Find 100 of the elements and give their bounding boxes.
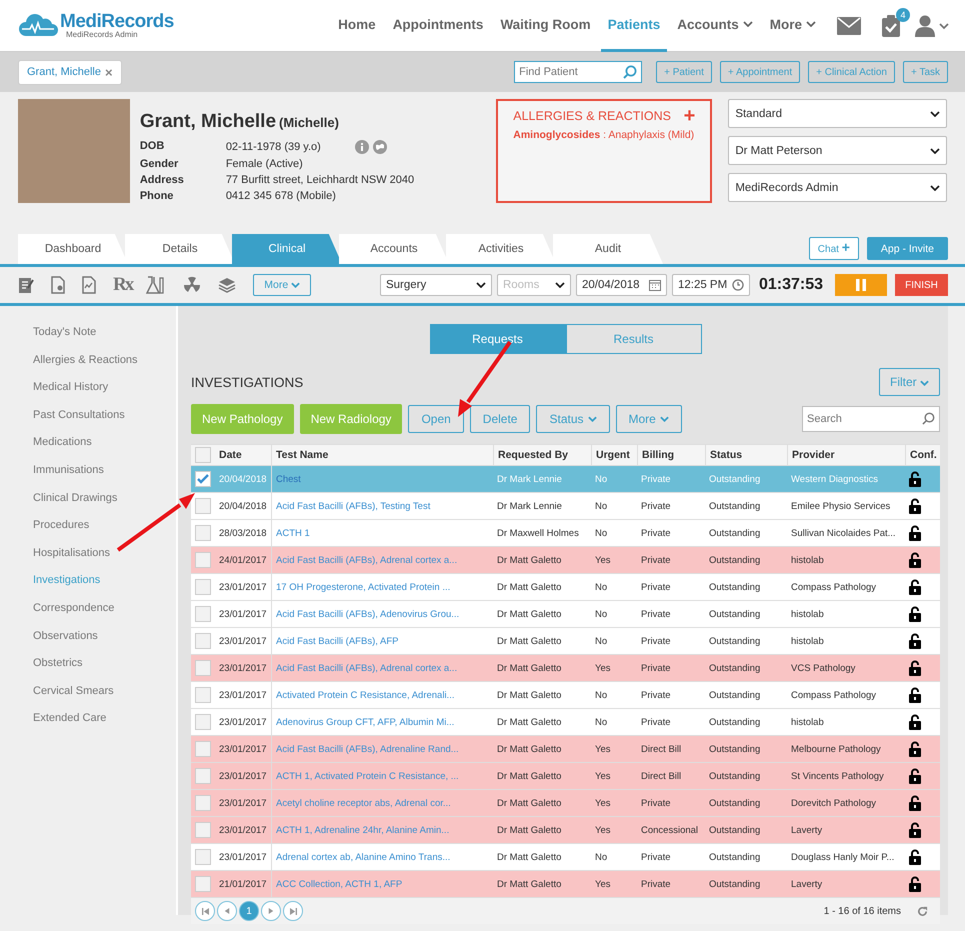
chevron-down-icon[interactable]	[930, 148, 940, 154]
section-tab[interactable]: Activities	[446, 234, 556, 264]
dropdown-select[interactable]: Standard	[728, 99, 947, 128]
table-row[interactable]: 23/01/2017 Acid Fast Bacilli (AFBs), Adrenal cortex a... Dr Matt Galetto Yes Private Outstanding VCS Pathology	[191, 655, 940, 682]
table-row[interactable]: 23/01/2017 Adenovirus Group CFT, AFP, Albumin Mi... Dr Matt Galetto No Private Outstanding histolab	[191, 709, 940, 736]
globe-icon[interactable]	[372, 140, 387, 154]
test-name-link[interactable]: 17 OH Progesterone, Activated Protein ...	[276, 582, 450, 592]
sidebar-item[interactable]: Immunisations	[18, 458, 176, 486]
finish-button[interactable]: FINISH	[895, 274, 948, 296]
chevron-down-icon[interactable]	[930, 184, 940, 190]
calendar-icon[interactable]	[648, 279, 661, 291]
test-name-link[interactable]: ACTH 1, Adrenaline 24hr, Alanine Amin...	[276, 824, 450, 836]
table-row[interactable]: 20/04/2018 Acid Fast Bacilli (AFBs), Testing Test Dr Mark Lennie No Private Outstanding Emilee Physio Services	[191, 493, 940, 520]
lock-icon[interactable]	[909, 849, 921, 865]
test-name-link[interactable]: Adenovirus Group CFT, AFP, Albumin Mi...	[276, 716, 454, 728]
add-allergy-button[interactable]: +	[684, 109, 696, 123]
sidebar-item[interactable]: Observations	[18, 624, 176, 652]
last-page-button[interactable]	[283, 901, 303, 921]
sidebar-item[interactable]: Medications	[18, 430, 176, 458]
action-button[interactable]: New Pathology	[191, 404, 294, 434]
section-tab[interactable]: Dashboard	[18, 234, 128, 264]
lock-icon[interactable]	[909, 741, 921, 757]
row-checkbox[interactable]	[195, 714, 211, 730]
action-button[interactable]: More	[616, 405, 682, 433]
mail-icon[interactable]	[837, 16, 861, 34]
sidebar-item[interactable]: Obstetrics	[18, 651, 176, 679]
sidebar-item[interactable]: Extended Care	[18, 706, 176, 734]
column-header[interactable]: Date	[215, 445, 271, 465]
sidebar-item[interactable]: Allergies & Reactions	[18, 348, 176, 376]
sidebar-item[interactable]: Investigations	[18, 568, 176, 596]
document-icon[interactable]	[51, 276, 65, 294]
row-checkbox[interactable]	[195, 822, 211, 838]
action-button[interactable]: Delete	[470, 405, 530, 433]
find-patient-field[interactable]: Find Patient	[514, 61, 642, 83]
row-checkbox[interactable]	[195, 498, 211, 514]
section-tab[interactable]: Audit	[553, 234, 663, 264]
row-checkbox[interactable]	[195, 579, 211, 595]
search-field[interactable]: Search	[802, 406, 940, 432]
column-header[interactable]: Requested By	[493, 445, 591, 465]
lock-icon[interactable]	[909, 768, 921, 784]
test-name-link[interactable]: Acid Fast Bacilli (AFBs), Adenovirus Grou...	[276, 608, 460, 620]
test-name-link[interactable]: Acid Fast Bacilli (AFBs), Adrenaline Rand...	[276, 744, 459, 754]
section-tab[interactable]: Details	[125, 234, 235, 264]
layers-icon[interactable]	[218, 276, 236, 294]
nav-link[interactable]: Waiting Room	[493, 0, 598, 52]
lock-icon[interactable]	[909, 714, 921, 730]
test-name-link[interactable]: Adrenal cortex ab, Alanine Amino Trans...	[276, 852, 450, 862]
table-row[interactable]: 23/01/2017 Acid Fast Bacilli (AFBs), Adenovirus Grou... Dr Matt Galetto No Private Outstanding histolab	[191, 601, 940, 628]
prescription-button[interactable]: Rx	[113, 274, 132, 296]
page-number-button[interactable]: 1	[239, 901, 259, 921]
app-invite-button[interactable]: App - Invite	[866, 237, 948, 260]
chevron-down-icon[interactable]	[930, 110, 940, 116]
row-checkbox[interactable]	[195, 660, 211, 676]
table-row[interactable]: 23/01/2017 Acid Fast Bacilli (AFBs), Adrenaline Rand... Dr Matt Galetto Yes Direct Bill Outstanding Melbourne Pathology	[191, 736, 940, 763]
patient-tab-label[interactable]: Grant, Michelle	[27, 66, 101, 78]
lock-icon[interactable]	[909, 525, 921, 541]
table-row[interactable]: 23/01/2017 ACTH 1, Activated Protein C Resistance, ... Dr Matt Galetto Yes Direct Bill Outstanding St Vincents Pathology	[191, 763, 940, 790]
test-name-link[interactable]: Acid Fast Bacilli (AFBs), Adrenal cortex a...	[276, 554, 458, 566]
quick-action-button[interactable]: + Appointment	[720, 61, 800, 83]
flask-icon[interactable]	[146, 276, 166, 294]
sidebar-item[interactable]: Medical History	[18, 375, 176, 403]
table-row[interactable]: 23/01/2017 17 OH Progesterone, Activated Protein ... Dr Matt Galetto No Private Outstanding Compass Pathology	[191, 574, 940, 601]
lock-icon[interactable]	[909, 579, 921, 595]
test-name-link[interactable]: Acid Fast Bacilli (AFBs), AFP	[276, 636, 398, 646]
close-icon[interactable]: ×	[104, 64, 113, 80]
test-name-link[interactable]: ACC Collection, ACTH 1, AFP	[276, 878, 402, 890]
quick-action-button[interactable]: + Clinical Action	[808, 61, 895, 83]
test-name-link[interactable]: Activated Protein C Resistance, Adrenali...	[276, 690, 454, 700]
select-all-checkbox[interactable]	[195, 447, 211, 463]
location-select[interactable]: Surgery	[380, 274, 492, 296]
column-header[interactable]: Test Name	[271, 445, 493, 465]
sidebar-item[interactable]: Cervical Smears	[18, 678, 176, 706]
row-checkbox[interactable]	[195, 606, 211, 622]
nav-link[interactable]: More	[762, 0, 823, 52]
clock-icon[interactable]	[732, 279, 744, 291]
more-button[interactable]: More	[253, 274, 312, 296]
refresh-icon[interactable]	[917, 906, 928, 916]
chevron-down-icon[interactable]	[554, 282, 565, 288]
column-header[interactable]: Urgent	[591, 445, 637, 465]
table-row[interactable]: 23/01/2017 Activated Protein C Resistance, Adrenali... Dr Matt Galetto No Private Outstanding Compass Pathology	[191, 682, 940, 709]
row-checkbox[interactable]	[195, 471, 211, 487]
date-field[interactable]: 20/04/2018	[576, 274, 667, 296]
sidebar-item[interactable]: Today's Note	[18, 320, 176, 348]
row-checkbox[interactable]	[195, 633, 211, 649]
sidebar-item[interactable]: Past Consultations	[18, 402, 176, 430]
test-name-link[interactable]: Acid Fast Bacilli (AFBs), Adrenal cortex a...	[276, 662, 458, 674]
row-checkbox[interactable]	[195, 795, 211, 811]
column-header[interactable]: Conf.	[905, 445, 940, 465]
table-row[interactable]: 20/04/2018 Chest Dr Mark Lennie No Private Outstanding Western Diagnostics	[191, 466, 940, 493]
radiation-icon[interactable]	[183, 276, 202, 294]
action-button[interactable]: New Radiology	[300, 404, 402, 434]
view-toggle-tab[interactable]: Results	[566, 324, 702, 354]
chevron-down-icon[interactable]	[476, 282, 486, 288]
previous-page-button[interactable]	[217, 901, 237, 921]
quick-action-button[interactable]: + Patient	[656, 61, 712, 83]
first-page-button[interactable]	[195, 901, 215, 921]
lock-icon[interactable]	[909, 687, 921, 703]
lock-icon[interactable]	[909, 795, 921, 811]
row-checkbox[interactable]	[195, 552, 211, 568]
lock-icon[interactable]	[909, 552, 921, 568]
